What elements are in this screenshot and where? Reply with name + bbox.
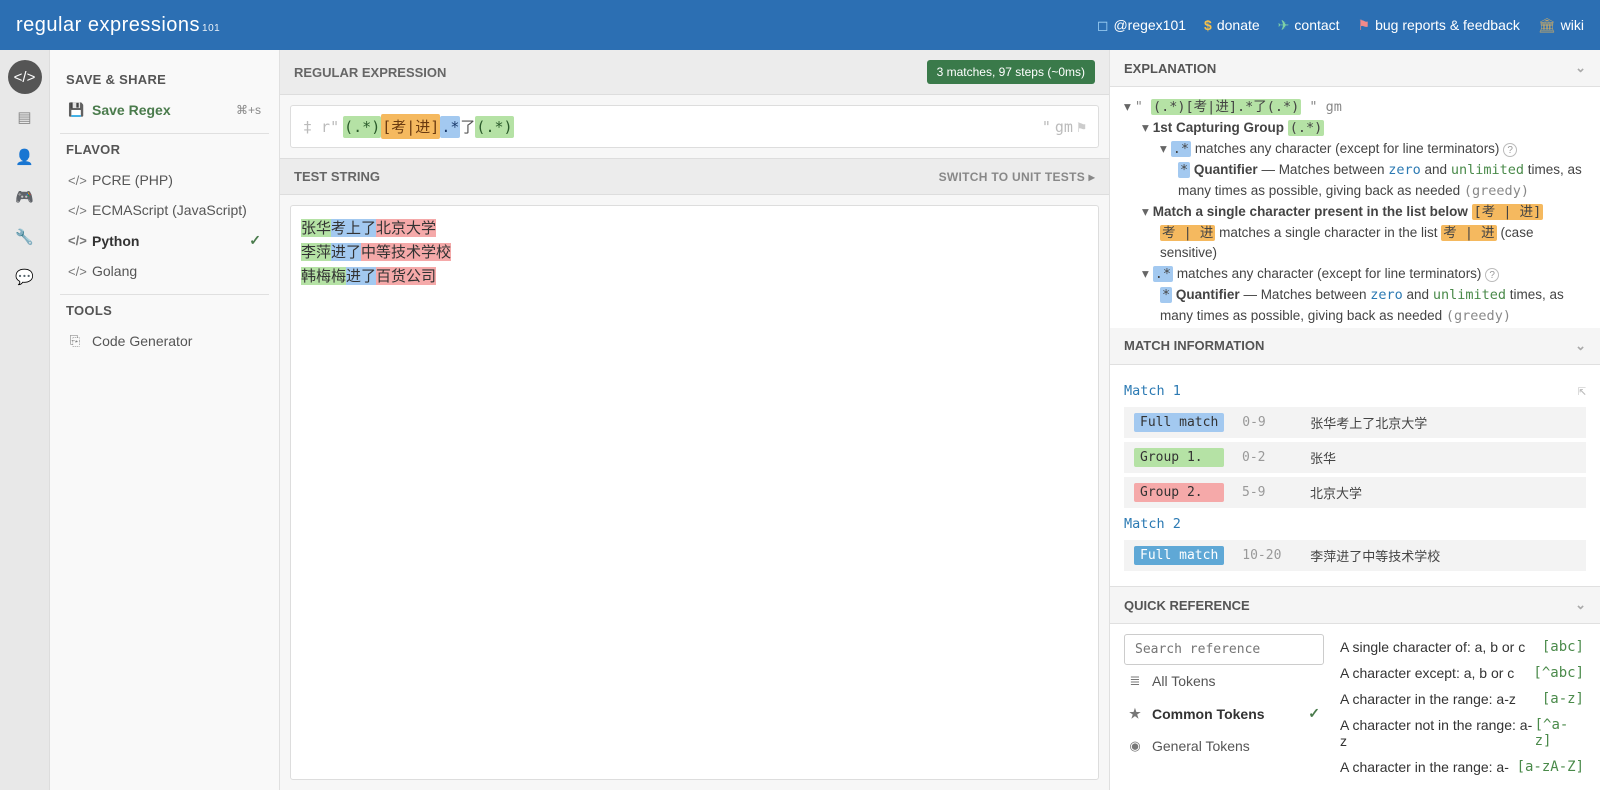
regex-flags[interactable]: gm [1055, 118, 1073, 136]
rail-library-icon[interactable]: ▤ [8, 100, 42, 134]
qr-cat-all[interactable]: ≣All Tokens [1124, 665, 1324, 697]
explanation-body: ▾" (.*)[考|进].*了(.*) " gm ▾1st Capturing … [1110, 87, 1600, 328]
flavor-pcre[interactable]: </>PCRE (PHP) [60, 165, 269, 195]
left-panel: SAVE & SHARE 💾 Save Regex ⌘+s FLAVOR </>… [50, 50, 280, 790]
center-panel: REGULAR EXPRESSION 3 matches, 97 steps (… [280, 50, 1110, 790]
save-shortcut: ⌘+s [236, 103, 261, 117]
test-line: 李萍进了中等技术学校 [301, 240, 1088, 264]
link-wiki[interactable]: 🏛wiki [1538, 17, 1584, 34]
flavor-title: FLAVOR [66, 142, 263, 157]
main: </> ▤ 👤 🎮 🔧 💬 SAVE & SHARE 💾 Save Regex … [0, 50, 1600, 790]
check-icon: ✓ [1308, 705, 1320, 722]
qr-cat-common[interactable]: ★Common Tokens✓ [1124, 697, 1324, 730]
logo[interactable]: regular expressions101 [16, 14, 220, 37]
rail-settings-icon[interactable]: 🔧 [8, 220, 42, 254]
tools-title: TOOLS [66, 303, 263, 318]
collapse-icon[interactable]: ⌄ [1575, 60, 1586, 76]
quickref-header: QUICK REFERENCE ⌄ [1110, 587, 1600, 624]
collapse-icon[interactable]: ⌄ [1575, 597, 1586, 613]
quick-reference: QUICK REFERENCE ⌄ ≣All Tokens ★Common To… [1110, 586, 1600, 790]
collapse-icon[interactable]: ⌄ [1575, 338, 1586, 354]
save-regex-button[interactable]: 💾 Save Regex ⌘+s [60, 95, 269, 125]
link-twitter[interactable]: ◻@regex101 [1097, 17, 1186, 34]
regex-delim-left: ‡ r" [303, 118, 339, 136]
flavor-ecma[interactable]: </>ECMAScript (JavaScript) [60, 195, 269, 225]
match-row[interactable]: Full match0-9张华考上了北京大学 [1124, 407, 1586, 438]
rail-account-icon[interactable]: 👤 [8, 140, 42, 174]
match-row[interactable]: Full match10-20李萍进了中等技术学校 [1124, 540, 1586, 571]
explanation-header: EXPLANATION ⌄ [1110, 50, 1600, 87]
quickref-item[interactable]: A character in the range: a-[a-zA-Z] [1338, 754, 1586, 780]
save-icon: 💾 [68, 102, 82, 118]
logo-expressions: expressions [82, 14, 200, 36]
match-row[interactable]: Group 1.0-2张华 [1124, 442, 1586, 473]
switch-unit-tests[interactable]: SWITCH TO UNIT TESTS ▸ [939, 170, 1095, 184]
rail-quiz-icon[interactable]: 🎮 [8, 180, 42, 214]
popout-icon[interactable]: ⇱ [1578, 383, 1586, 399]
flavor-python[interactable]: </>Python✓ [60, 225, 269, 256]
flag-icon[interactable]: ⚑ [1077, 118, 1086, 136]
flavor-golang[interactable]: </>Golang [60, 256, 269, 286]
match-badge: 3 matches, 97 steps (~0ms) [927, 60, 1095, 84]
code-generator[interactable]: ⎘Code Generator [60, 326, 269, 356]
regex-label: REGULAR EXPRESSION [294, 65, 446, 80]
quickref-item[interactable]: A character not in the range: a-z[^a-z] [1338, 712, 1586, 754]
test-line: 韩梅梅进了百货公司 [301, 264, 1088, 288]
test-label: TEST STRING [294, 169, 380, 184]
quickref-search-input[interactable] [1124, 634, 1324, 665]
help-icon[interactable]: ? [1485, 268, 1499, 282]
help-icon[interactable]: ? [1503, 143, 1517, 157]
logo-regular: regular [16, 14, 82, 36]
match-info-header: MATCH INFORMATION ⌄ [1110, 328, 1600, 365]
save-share-title: SAVE & SHARE [66, 72, 263, 87]
quickref-item[interactable]: A character except: a, b or c[^abc] [1338, 660, 1586, 686]
quickref-item[interactable]: A character in the range: a-z[a-z] [1338, 686, 1586, 712]
check-icon: ✓ [249, 232, 261, 249]
code-icon: ⎘ [68, 333, 82, 349]
icon-rail: </> ▤ 👤 🎮 🔧 💬 [0, 50, 50, 790]
right-panel: EXPLANATION ⌄ ▾" (.*)[考|进].*了(.*) " gm ▾… [1110, 50, 1600, 790]
match-row[interactable]: Group 2.5-9北京大学 [1124, 477, 1586, 508]
top-links: ◻@regex101 $donate ✈contact ⚑bug reports… [1097, 17, 1584, 34]
qr-cat-general[interactable]: ◉General Tokens [1124, 730, 1324, 762]
link-donate[interactable]: $donate [1204, 17, 1260, 33]
test-line: 张华考上了北京大学 [301, 216, 1088, 240]
test-string-input[interactable]: 张华考上了北京大学 李萍进了中等技术学校 韩梅梅进了百货公司 [290, 205, 1099, 780]
regex-header: REGULAR EXPRESSION 3 matches, 97 steps (… [280, 50, 1109, 95]
top-bar: regular expressions101 ◻@regex101 $donat… [0, 0, 1600, 50]
link-bugs[interactable]: ⚑bug reports & feedback [1358, 17, 1520, 34]
rail-chat-icon[interactable]: 💬 [8, 260, 42, 294]
quickref-item[interactable]: A single character of: a, b or c[abc] [1338, 634, 1586, 660]
regex-input[interactable]: ‡ r" (.*)[考|进].*了(.*) " gm ⚑ [290, 105, 1099, 148]
logo-sub: 101 [202, 23, 220, 34]
link-contact[interactable]: ✈contact [1278, 17, 1340, 34]
match-info-body: Match 1⇱ Full match0-9张华考上了北京大学Group 1.0… [1110, 365, 1600, 586]
rail-regex-icon[interactable]: </> [8, 60, 42, 94]
save-regex-label: Save Regex [92, 102, 171, 118]
test-header: TEST STRING SWITCH TO UNIT TESTS ▸ [280, 158, 1109, 195]
